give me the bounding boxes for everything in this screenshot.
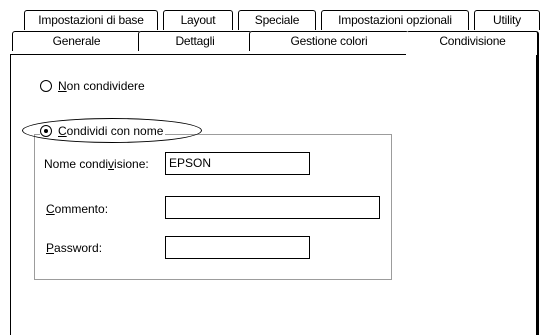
password-input[interactable]	[165, 236, 310, 259]
comment-label: Commento:	[46, 202, 109, 216]
sharing-content: Non condividere Condividi con nome Nome …	[0, 0, 551, 335]
not-shared-label: Non condividere	[58, 79, 145, 93]
share-name-input[interactable]: EPSON	[165, 152, 310, 175]
share-name-label: Nome condivisione:	[44, 157, 149, 171]
printer-properties-dialog: Impostazioni di base Layout Speciale Imp…	[0, 0, 551, 335]
shared-as-radio[interactable]: Condividi con nome	[40, 124, 166, 138]
password-label: Password:	[46, 241, 103, 255]
radio-selected-icon	[40, 125, 52, 137]
comment-input[interactable]	[165, 196, 380, 219]
radio-off-icon	[40, 80, 52, 92]
not-shared-radio[interactable]: Non condividere	[40, 79, 145, 93]
shared-as-label: Condividi con nome	[58, 124, 164, 138]
